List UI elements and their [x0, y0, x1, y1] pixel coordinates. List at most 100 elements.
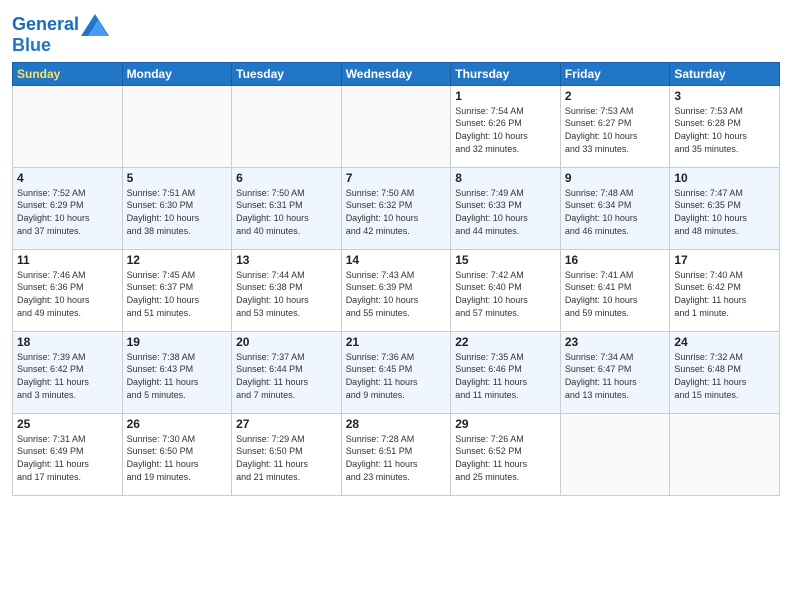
day-info: Sunrise: 7:51 AM Sunset: 6:30 PM Dayligh…	[127, 187, 228, 237]
calendar-week-5: 25 Sunrise: 7:31 AM Sunset: 6:49 PM Dayli…	[13, 413, 780, 495]
calendar-cell: 25 Sunrise: 7:31 AM Sunset: 6:49 PM Dayli…	[13, 413, 123, 495]
day-number: 27	[236, 417, 337, 431]
day-number: 3	[674, 89, 775, 103]
day-number: 26	[127, 417, 228, 431]
day-info: Sunrise: 7:42 AM Sunset: 6:40 PM Dayligh…	[455, 269, 556, 319]
day-info: Sunrise: 7:52 AM Sunset: 6:29 PM Dayligh…	[17, 187, 118, 237]
day-number: 16	[565, 253, 666, 267]
day-info: Sunrise: 7:37 AM Sunset: 6:44 PM Dayligh…	[236, 351, 337, 401]
logo-text: General	[12, 15, 79, 35]
calendar-cell: 7Sunrise: 7:50 AM Sunset: 6:32 PM Daylig…	[341, 167, 451, 249]
day-info: Sunrise: 7:40 AM Sunset: 6:42 PM Dayligh…	[674, 269, 775, 319]
day-number: 28	[346, 417, 447, 431]
calendar-cell: 17 Sunrise: 7:40 AM Sunset: 6:42 PM Dayli…	[670, 249, 780, 331]
day-number: 18	[17, 335, 118, 349]
header-saturday: Saturday	[670, 62, 780, 85]
day-number: 12	[127, 253, 228, 267]
day-info: Sunrise: 7:31 AM Sunset: 6:49 PM Dayligh…	[17, 433, 118, 483]
day-info: Sunrise: 7:46 AM Sunset: 6:36 PM Dayligh…	[17, 269, 118, 319]
calendar-cell: 18 Sunrise: 7:39 AM Sunset: 6:42 PM Dayli…	[13, 331, 123, 413]
header-tuesday: Tuesday	[232, 62, 342, 85]
calendar-cell: 10 Sunrise: 7:47 AM Sunset: 6:35 PM Dayli…	[670, 167, 780, 249]
day-number: 1	[455, 89, 556, 103]
calendar-cell: 22Sunrise: 7:35 AM Sunset: 6:46 PM Dayli…	[451, 331, 561, 413]
calendar-cell: 5 Sunrise: 7:51 AM Sunset: 6:30 PM Daylig…	[122, 167, 232, 249]
calendar-cell: 29 Sunrise: 7:26 AM Sunset: 6:52 PM Dayli…	[451, 413, 561, 495]
day-info: Sunrise: 7:43 AM Sunset: 6:39 PM Dayligh…	[346, 269, 447, 319]
calendar-cell: 20 Sunrise: 7:37 AM Sunset: 6:44 PM Dayli…	[232, 331, 342, 413]
day-info: Sunrise: 7:34 AM Sunset: 6:47 PM Dayligh…	[565, 351, 666, 401]
header-thursday: Thursday	[451, 62, 561, 85]
header-friday: Friday	[560, 62, 670, 85]
day-info: Sunrise: 7:50 AM Sunset: 6:31 PM Dayligh…	[236, 187, 337, 237]
calendar-cell	[560, 413, 670, 495]
day-number: 20	[236, 335, 337, 349]
calendar-cell: 21 Sunrise: 7:36 AM Sunset: 6:45 PM Dayli…	[341, 331, 451, 413]
calendar-cell: 3 Sunrise: 7:53 AM Sunset: 6:28 PM Daylig…	[670, 85, 780, 167]
header-sunday: Sunday	[13, 62, 123, 85]
calendar-cell: 14 Sunrise: 7:43 AM Sunset: 6:39 PM Dayli…	[341, 249, 451, 331]
calendar-cell: 2 Sunrise: 7:53 AM Sunset: 6:27 PM Daylig…	[560, 85, 670, 167]
day-info: Sunrise: 7:39 AM Sunset: 6:42 PM Dayligh…	[17, 351, 118, 401]
logo-icon	[81, 14, 109, 36]
day-number: 8	[455, 171, 556, 185]
calendar-cell: 23 Sunrise: 7:34 AM Sunset: 6:47 PM Dayli…	[560, 331, 670, 413]
day-number: 4	[17, 171, 118, 185]
day-info: Sunrise: 7:36 AM Sunset: 6:45 PM Dayligh…	[346, 351, 447, 401]
day-number: 11	[17, 253, 118, 267]
day-info: Sunrise: 7:28 AM Sunset: 6:51 PM Dayligh…	[346, 433, 447, 483]
day-number: 17	[674, 253, 775, 267]
day-info: Sunrise: 7:41 AM Sunset: 6:41 PM Dayligh…	[565, 269, 666, 319]
day-number: 2	[565, 89, 666, 103]
calendar-week-2: 4 Sunrise: 7:52 AM Sunset: 6:29 PM Daylig…	[13, 167, 780, 249]
calendar-cell: 13Sunrise: 7:44 AM Sunset: 6:38 PM Dayli…	[232, 249, 342, 331]
day-number: 21	[346, 335, 447, 349]
calendar-week-4: 18 Sunrise: 7:39 AM Sunset: 6:42 PM Dayli…	[13, 331, 780, 413]
calendar-cell: 28 Sunrise: 7:28 AM Sunset: 6:51 PM Dayli…	[341, 413, 451, 495]
day-info: Sunrise: 7:35 AM Sunset: 6:46 PM Dayligh…	[455, 351, 556, 401]
calendar-table: SundayMondayTuesdayWednesdayThursdayFrid…	[12, 62, 780, 496]
calendar-cell	[13, 85, 123, 167]
calendar-cell: 6Sunrise: 7:50 AM Sunset: 6:31 PM Daylig…	[232, 167, 342, 249]
calendar-cell: 16 Sunrise: 7:41 AM Sunset: 6:41 PM Dayli…	[560, 249, 670, 331]
calendar-cell	[341, 85, 451, 167]
day-info: Sunrise: 7:53 AM Sunset: 6:28 PM Dayligh…	[674, 105, 775, 155]
calendar-cell: 19 Sunrise: 7:38 AM Sunset: 6:43 PM Dayli…	[122, 331, 232, 413]
day-info: Sunrise: 7:26 AM Sunset: 6:52 PM Dayligh…	[455, 433, 556, 483]
day-info: Sunrise: 7:47 AM Sunset: 6:35 PM Dayligh…	[674, 187, 775, 237]
day-info: Sunrise: 7:48 AM Sunset: 6:34 PM Dayligh…	[565, 187, 666, 237]
day-info: Sunrise: 7:50 AM Sunset: 6:32 PM Dayligh…	[346, 187, 447, 237]
calendar-cell: 15 Sunrise: 7:42 AM Sunset: 6:40 PM Dayli…	[451, 249, 561, 331]
day-number: 14	[346, 253, 447, 267]
header-wednesday: Wednesday	[341, 62, 451, 85]
day-info: Sunrise: 7:53 AM Sunset: 6:27 PM Dayligh…	[565, 105, 666, 155]
calendar-cell	[232, 85, 342, 167]
day-info: Sunrise: 7:29 AM Sunset: 6:50 PM Dayligh…	[236, 433, 337, 483]
day-number: 25	[17, 417, 118, 431]
calendar-cell: 12Sunrise: 7:45 AM Sunset: 6:37 PM Dayli…	[122, 249, 232, 331]
day-number: 5	[127, 171, 228, 185]
calendar-cell: 11 Sunrise: 7:46 AM Sunset: 6:36 PM Dayli…	[13, 249, 123, 331]
day-number: 15	[455, 253, 556, 267]
day-number: 23	[565, 335, 666, 349]
day-number: 9	[565, 171, 666, 185]
header-monday: Monday	[122, 62, 232, 85]
calendar-cell: 1 Sunrise: 7:54 AM Sunset: 6:26 PM Daylig…	[451, 85, 561, 167]
calendar-header-row: SundayMondayTuesdayWednesdayThursdayFrid…	[13, 62, 780, 85]
day-info: Sunrise: 7:38 AM Sunset: 6:43 PM Dayligh…	[127, 351, 228, 401]
calendar-week-3: 11 Sunrise: 7:46 AM Sunset: 6:36 PM Dayli…	[13, 249, 780, 331]
calendar-cell: 9 Sunrise: 7:48 AM Sunset: 6:34 PM Daylig…	[560, 167, 670, 249]
day-number: 10	[674, 171, 775, 185]
day-info: Sunrise: 7:44 AM Sunset: 6:38 PM Dayligh…	[236, 269, 337, 319]
calendar-cell: 8 Sunrise: 7:49 AM Sunset: 6:33 PM Daylig…	[451, 167, 561, 249]
day-number: 29	[455, 417, 556, 431]
logo-blue-text: Blue	[12, 36, 109, 56]
calendar-week-1: 1 Sunrise: 7:54 AM Sunset: 6:26 PM Daylig…	[13, 85, 780, 167]
day-info: Sunrise: 7:49 AM Sunset: 6:33 PM Dayligh…	[455, 187, 556, 237]
day-info: Sunrise: 7:30 AM Sunset: 6:50 PM Dayligh…	[127, 433, 228, 483]
calendar-cell	[670, 413, 780, 495]
calendar-cell: 26 Sunrise: 7:30 AM Sunset: 6:50 PM Dayli…	[122, 413, 232, 495]
logo: General Blue	[12, 14, 109, 56]
day-info: Sunrise: 7:54 AM Sunset: 6:26 PM Dayligh…	[455, 105, 556, 155]
day-number: 19	[127, 335, 228, 349]
